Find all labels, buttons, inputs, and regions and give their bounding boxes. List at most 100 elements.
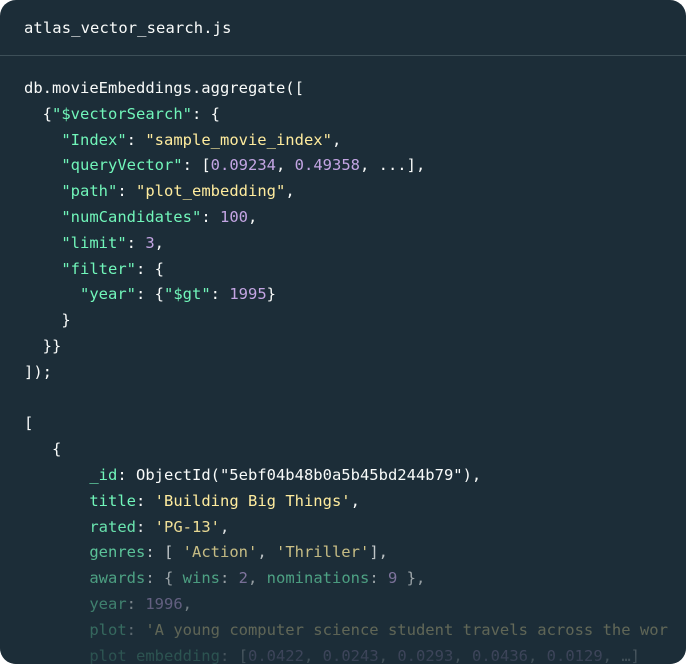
code-line: awards: { wins: 2, nominations: 9 },	[24, 566, 668, 592]
code-string: 'Action'	[182, 543, 258, 562]
punct: , ...],	[359, 156, 426, 175]
code-string: 'A young computer science student travel…	[145, 620, 668, 639]
code-number: 100	[219, 207, 248, 226]
punct: ,	[154, 233, 165, 252]
code-string: 'Building Big Things'	[154, 491, 351, 510]
code-window: atlas_vector_search.js db.movieEmbedding…	[0, 0, 686, 664]
code-string: "plot_embedding"	[136, 182, 286, 201]
code-line: "queryVector": [0.09234, 0.49358, ...],	[24, 153, 668, 179]
code-line: [	[24, 411, 668, 437]
filename-label: atlas_vector_search.js	[24, 18, 232, 37]
code-line: year: 1996,	[24, 592, 668, 618]
punct: : {	[135, 259, 164, 278]
code-key: nominations	[266, 569, 370, 588]
punct: ,	[247, 207, 258, 226]
punct: ,	[248, 569, 267, 588]
code-line: "path": "plot_embedding",	[24, 179, 668, 205]
punct: :	[117, 182, 136, 201]
code-line: "filter": {	[24, 257, 668, 283]
punct: ,	[182, 594, 192, 613]
punct: }	[61, 311, 71, 330]
code-number: 0.0293	[397, 646, 454, 664]
punct: ,	[257, 543, 276, 562]
code-number: 0.0422	[247, 646, 304, 664]
code-key: title	[89, 491, 136, 510]
code-key: plot	[89, 620, 127, 639]
code-key: "Index"	[61, 130, 127, 149]
punct: ,	[275, 156, 295, 175]
code-number: 3	[145, 233, 155, 252]
punct: :	[369, 569, 388, 588]
punct: :	[136, 491, 155, 510]
code-line: "numCandidates": 100,	[24, 205, 668, 231]
code-string: 'Thriller'	[275, 543, 370, 562]
code-line: }	[24, 308, 668, 334]
punct: {	[52, 440, 62, 459]
code-number: 1995	[229, 285, 267, 304]
code-string: "sample_movie_index"	[145, 130, 332, 149]
code-key: "numCandidates"	[61, 207, 202, 226]
code-number: 0.0243	[322, 646, 379, 664]
punct: : [	[219, 646, 248, 664]
punct: : {	[145, 569, 183, 588]
code-key: year	[89, 594, 127, 613]
punct: ]);	[24, 362, 52, 381]
object-id: : ObjectId("5ebf04b48b0a5b45bd244b79"),	[117, 465, 482, 484]
punct: :	[126, 233, 146, 252]
code-line: {	[24, 437, 668, 463]
punct: [	[24, 414, 34, 433]
code-key: "$gt"	[164, 285, 211, 304]
punct: ,	[378, 646, 398, 664]
code-line: db.movieEmbeddings.aggregate([	[24, 76, 668, 102]
code-line: "Index": "sample_movie_index",	[24, 128, 668, 154]
punct: ,	[453, 646, 472, 664]
punct: }	[266, 285, 277, 304]
code-number: 0.0436	[472, 646, 528, 664]
punct: :	[126, 130, 146, 149]
code-line: title: 'Building Big Things',	[24, 489, 668, 515]
code-block[interactable]: db.movieEmbeddings.aggregate([ {"$vector…	[24, 76, 668, 664]
code-key: "$vectorSearch"	[52, 104, 192, 123]
punct: , …]	[602, 646, 640, 664]
code-key: awards	[89, 569, 146, 588]
punct: ],	[369, 543, 388, 562]
code-line: plot: 'A young computer science student …	[24, 618, 668, 644]
code-number: 0.0129	[546, 646, 603, 664]
code-number: 9	[388, 569, 398, 588]
code-number: 2	[238, 569, 248, 588]
code-line: "year": {"$gt": 1995}	[24, 282, 668, 308]
code-key: "limit"	[61, 233, 127, 252]
punct: : {	[136, 285, 164, 304]
punct: :	[219, 569, 239, 588]
code-key: plot_embedding	[89, 646, 220, 664]
code-number: 0.49358	[294, 156, 360, 175]
code-line: {"$vectorSearch": {	[24, 102, 668, 128]
code-line: "limit": 3,	[24, 231, 668, 257]
punct: ,	[303, 646, 323, 664]
punct: ,	[331, 130, 342, 149]
code-line: }}	[24, 334, 668, 360]
punct: },	[397, 569, 426, 588]
punct: : [	[182, 156, 211, 175]
punct: :	[126, 620, 146, 639]
punct: ,	[528, 646, 547, 664]
code-key: _id	[89, 465, 118, 484]
code-key: "filter"	[61, 259, 136, 278]
code-key: "year"	[80, 285, 136, 304]
punct: :	[126, 594, 146, 613]
punct: ,	[285, 182, 295, 201]
punct: : [	[145, 543, 183, 562]
code-line: ]);	[24, 360, 668, 386]
code-key: "path"	[61, 182, 118, 201]
punct: }}	[42, 336, 62, 355]
punct: : {	[192, 104, 220, 123]
punct: :	[201, 207, 220, 226]
code-line: plot_embedding: [0.0422, 0.0243, 0.0293,…	[24, 644, 668, 664]
code-key: rated	[89, 517, 136, 536]
punct: ,	[350, 491, 360, 510]
aggregate-call: db.movieEmbeddings.aggregate([	[24, 79, 304, 97]
punct: :	[136, 517, 155, 536]
code-window-titlebar: atlas_vector_search.js	[0, 0, 686, 56]
code-number: 1996	[145, 594, 183, 613]
